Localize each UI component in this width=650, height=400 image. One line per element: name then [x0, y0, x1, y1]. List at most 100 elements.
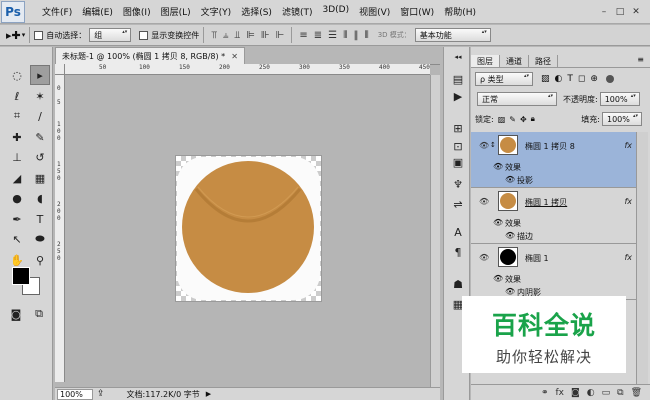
gradient-tool-icon[interactable]: ▦: [30, 168, 50, 188]
tab-paths[interactable]: 路径: [529, 55, 558, 67]
show-transform-checkbox[interactable]: [139, 30, 149, 40]
menu-layer[interactable]: 图层(L): [156, 5, 196, 18]
blend-mode-dropdown[interactable]: 正常: [477, 92, 557, 106]
layer-filter-dropdown[interactable]: ρ 类型: [475, 72, 533, 86]
foreground-color-swatch[interactable]: [12, 267, 30, 285]
actions-panel-icon[interactable]: ▶: [450, 89, 466, 103]
opacity-field[interactable]: 100%: [599, 92, 640, 106]
ruler-origin[interactable]: [55, 64, 65, 75]
move-tool-icon[interactable]: ▸: [30, 65, 50, 85]
menu-image[interactable]: 图像(I): [118, 5, 156, 18]
lock-position-icon[interactable]: ✥: [520, 115, 527, 124]
visibility-eye-icon[interactable]: 👁︎: [479, 141, 489, 150]
filter-pixel-icon[interactable]: ▨: [541, 74, 550, 84]
info-panel-icon[interactable]: ⊞: [450, 121, 466, 135]
effects-eye-icon[interactable]: 👁︎: [493, 274, 503, 283]
tab-channels[interactable]: 通道: [500, 55, 529, 67]
history-brush-icon[interactable]: ↺: [30, 147, 50, 167]
filter-adjustment-icon[interactable]: ◐: [555, 74, 563, 84]
filter-shape-icon[interactable]: ◻: [578, 74, 585, 84]
status-menu-arrow-icon[interactable]: ▶: [206, 390, 211, 398]
align-center-icon[interactable]: ⊪: [261, 30, 270, 41]
history-panel-icon[interactable]: ▤: [450, 72, 466, 86]
menu-view[interactable]: 视图(V): [354, 5, 395, 18]
effect-name[interactable]: 投影: [517, 175, 533, 186]
fx-icon[interactable]: fx: [624, 197, 632, 206]
document-tab[interactable]: 未标题-1 @ 100% (椭圆 1 拷贝 8, RGB/8) * ✕: [55, 47, 245, 64]
properties-panel-icon[interactable]: ⊡: [450, 139, 466, 153]
ellipse-tool-icon[interactable]: ⬬: [30, 229, 50, 249]
layer-row[interactable]: 👁︎ 椭圆 1 拷贝 fx 👁︎ 效果 👁︎ 描边: [471, 188, 636, 244]
layer-row[interactable]: 👁︎ ↕ 椭圆 1 拷贝 8 fx 👁︎ 效果 👁︎ 投影: [471, 132, 636, 188]
effect-eye-icon[interactable]: 👁︎: [505, 231, 515, 240]
workspace-dropdown[interactable]: 基本功能: [414, 28, 491, 42]
screen-mode-icon[interactable]: ⧉: [30, 304, 48, 324]
eraser-tool-icon[interactable]: ◢: [7, 168, 27, 188]
path-selection-icon[interactable]: ↖: [7, 229, 27, 249]
adjustment-layer-icon[interactable]: ◐: [587, 388, 595, 398]
zoom-tool-icon[interactable]: ⚲: [30, 250, 50, 270]
blur-tool-icon[interactable]: ●: [7, 188, 27, 208]
new-group-icon[interactable]: ▭: [602, 388, 611, 398]
visibility-eye-icon[interactable]: 👁︎: [479, 253, 489, 262]
fx-icon[interactable]: fx: [624, 253, 632, 262]
ruler-horizontal[interactable]: 50 100 150 200 250 300 350 400 450: [65, 64, 430, 75]
chevron-down-icon[interactable]: ▾: [22, 31, 26, 39]
minimize-button[interactable]: –: [598, 7, 610, 17]
panel-menu-icon[interactable]: ≡: [637, 55, 644, 67]
brush-panel-icon[interactable]: ♆: [450, 177, 466, 191]
add-mask-icon[interactable]: ◙: [571, 388, 580, 398]
menu-select[interactable]: 选择(S): [236, 5, 277, 18]
menu-help[interactable]: 帮助(H): [439, 5, 481, 18]
auto-select-checkbox[interactable]: [34, 30, 44, 40]
distribute-center-icon[interactable]: ‖: [354, 30, 359, 41]
layer-name[interactable]: 椭圆 1 拷贝: [525, 197, 567, 208]
menu-type[interactable]: 文字(Y): [196, 5, 237, 18]
move-tool-preset-icon[interactable]: ▸✚: [6, 29, 21, 42]
collapse-panels-icon[interactable]: ◂◂: [450, 50, 466, 64]
align-top-icon[interactable]: ⫪: [211, 30, 217, 41]
effect-name[interactable]: 描边: [517, 231, 533, 242]
quick-mask-icon[interactable]: ◙: [7, 304, 25, 324]
filter-type-icon[interactable]: T: [567, 74, 573, 84]
add-style-icon[interactable]: fx: [556, 388, 565, 398]
layer-name[interactable]: 椭圆 1: [525, 253, 549, 264]
marquee-tool-icon[interactable]: ◌: [7, 65, 27, 85]
healing-brush-icon[interactable]: ✚: [7, 127, 27, 147]
align-left-icon[interactable]: ⊫: [246, 30, 255, 41]
layer-row[interactable]: 👁︎ 椭圆 1 fx 👁︎ 效果 👁︎ 内阴影: [471, 244, 636, 300]
effects-eye-icon[interactable]: 👁︎: [493, 218, 503, 227]
zoom-field[interactable]: 100%: [57, 388, 93, 400]
character-panel-icon[interactable]: A: [450, 225, 466, 239]
type-tool-icon[interactable]: T: [30, 209, 50, 229]
menu-3d[interactable]: 3D(D): [317, 5, 354, 18]
crop-tool-icon[interactable]: ⌗: [7, 106, 27, 126]
clone-stamp-icon[interactable]: ⊥: [7, 147, 27, 167]
canvas[interactable]: [176, 156, 321, 301]
visibility-eye-icon[interactable]: 👁︎: [479, 197, 489, 206]
adjustments-panel-icon[interactable]: ⇌: [450, 197, 466, 211]
3d-panel-icon[interactable]: ☗: [450, 277, 466, 291]
magic-wand-icon[interactable]: ✶: [30, 86, 50, 106]
close-button[interactable]: ✕: [630, 7, 642, 17]
distribute-middle-icon[interactable]: ≣: [314, 30, 322, 41]
pen-tool-icon[interactable]: ✒: [7, 209, 27, 229]
fx-icon[interactable]: fx: [624, 141, 632, 150]
distribute-right-icon[interactable]: ⫴: [365, 30, 369, 41]
maximize-button[interactable]: □: [614, 7, 626, 17]
brush-tool-icon[interactable]: ✎: [30, 127, 50, 147]
ruler-vertical[interactable]: 0 5 1 0 0 1 5 0 2 0 0 2 5 0: [55, 75, 65, 382]
lock-all-icon[interactable]: 🔒︎: [531, 114, 535, 124]
eyedropper-icon[interactable]: ∕: [30, 106, 50, 126]
menu-window[interactable]: 窗口(W): [395, 5, 439, 18]
align-middle-icon[interactable]: ⫨: [223, 30, 229, 41]
close-icon[interactable]: ✕: [231, 52, 238, 61]
swatches-panel-icon[interactable]: ▣: [450, 155, 466, 169]
lock-transparency-icon[interactable]: ▨: [498, 115, 506, 124]
lock-pixels-icon[interactable]: ✎: [509, 115, 516, 124]
share-icon[interactable]: ⇪: [97, 389, 105, 399]
effects-eye-icon[interactable]: 👁︎: [493, 162, 503, 171]
paragraph-panel-icon[interactable]: ¶: [450, 245, 466, 259]
fill-field[interactable]: 100%: [602, 112, 642, 126]
effect-eye-icon[interactable]: 👁︎: [505, 175, 515, 184]
